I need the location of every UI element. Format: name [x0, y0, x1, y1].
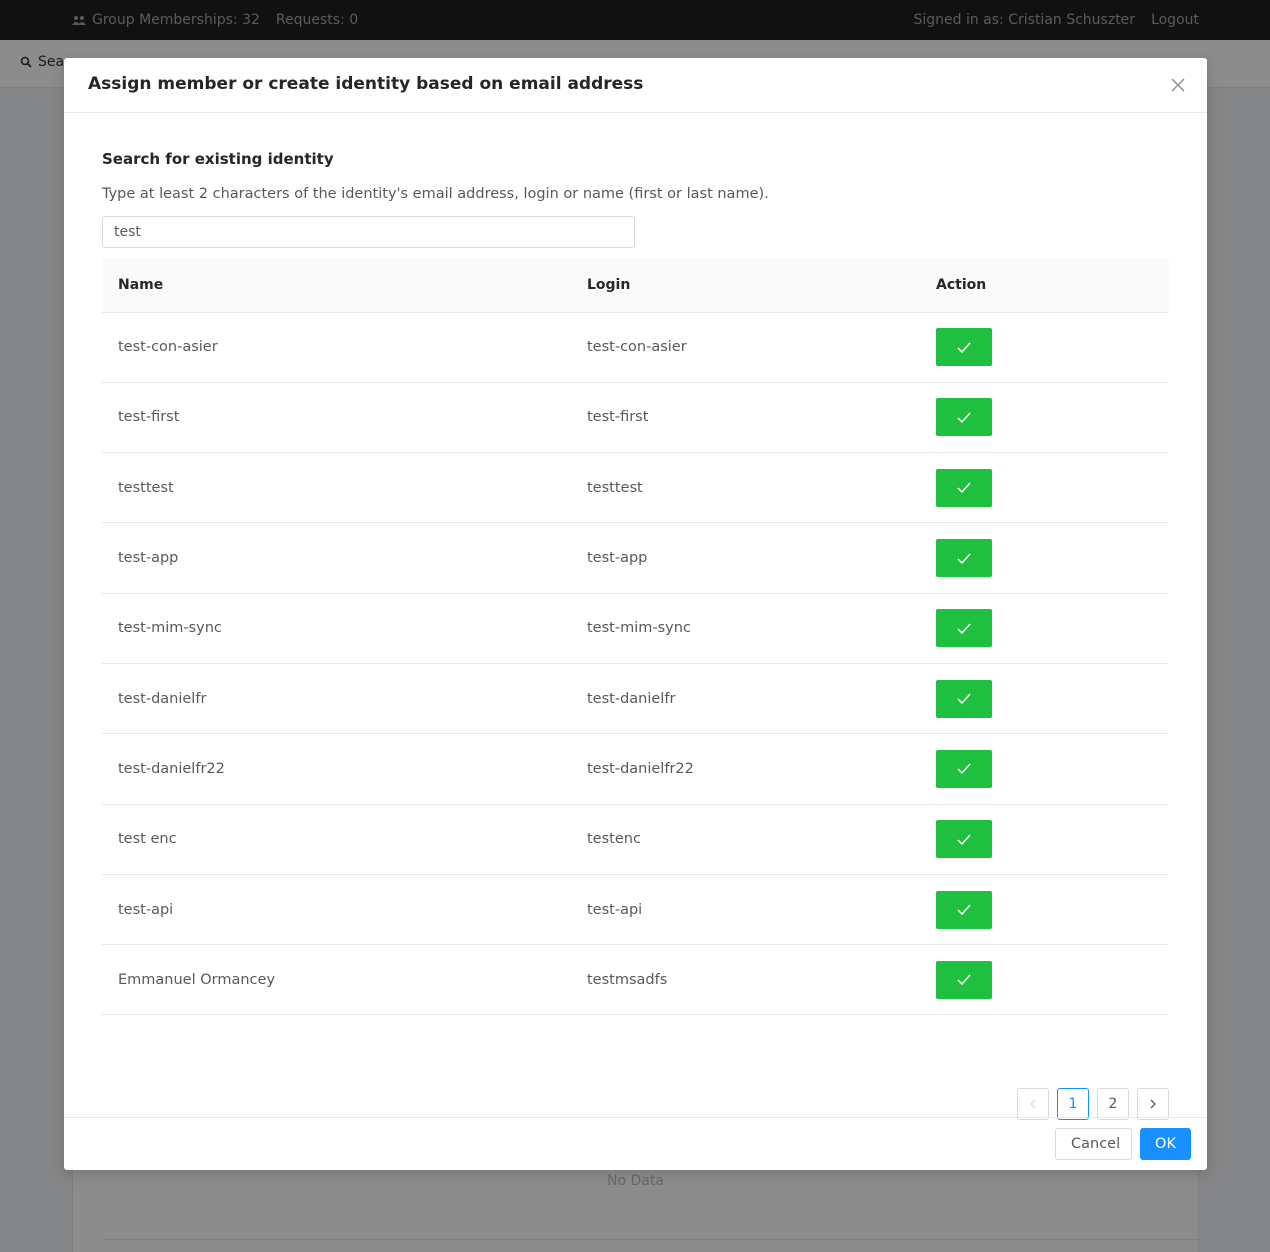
identity-login: test-app	[587, 550, 648, 567]
table-row: test-danielfr22 test-danielfr22	[102, 734, 1169, 805]
check-icon	[957, 342, 971, 353]
table-row: test-api test-api	[102, 874, 1169, 945]
pagination: 1 2	[1017, 1088, 1169, 1120]
page-1-button[interactable]: 1	[1057, 1088, 1089, 1120]
action-cell	[920, 734, 1169, 804]
identity-name: test-danielfr22	[118, 760, 225, 777]
table-row: test-first test-first	[102, 382, 1169, 453]
identity-name: test enc	[118, 831, 177, 848]
identity-name: test-con-asier	[118, 339, 218, 356]
identity-login: testmsadfs	[587, 971, 668, 988]
identity-name: test-danielfr	[118, 690, 207, 707]
section-title: Search for existing identity	[102, 150, 334, 168]
identity-login: test-first	[587, 409, 649, 426]
identity-login: test-danielfr	[587, 690, 676, 707]
modal-header: Assign member or create identity based o…	[64, 58, 1207, 113]
column-header-login: Login	[587, 276, 631, 293]
identity-login: test-mim-sync	[587, 620, 691, 637]
action-cell	[920, 382, 1169, 452]
select-identity-button[interactable]	[936, 749, 992, 788]
table-row: test-danielfr test-danielfr	[102, 663, 1169, 734]
assign-member-modal: Assign member or create identity based o…	[64, 58, 1207, 1170]
chevron-right-icon	[1150, 1099, 1156, 1109]
column-header-name: Name	[118, 276, 164, 293]
search-hint: Type at least 2 characters of the identi…	[102, 186, 769, 202]
identity-name: test-api	[118, 901, 174, 918]
check-icon	[957, 693, 971, 705]
identity-login: testtest	[587, 479, 643, 496]
select-identity-button[interactable]	[936, 468, 992, 507]
identity-login: test-con-asier	[587, 339, 687, 356]
identity-login: testenc	[587, 831, 641, 848]
modal-footer: Cancel OK	[64, 1117, 1207, 1170]
check-icon	[957, 412, 971, 423]
identity-name: test-mim-sync	[118, 620, 222, 637]
action-cell	[920, 804, 1169, 874]
check-icon	[957, 623, 971, 634]
table-row: test enc testenc	[102, 804, 1169, 875]
action-cell	[920, 663, 1169, 733]
check-icon	[957, 553, 971, 564]
check-icon	[957, 834, 971, 845]
identity-table: Name Login Action test-con-asier test-con…	[102, 258, 1169, 1015]
column-header-action: Action	[936, 276, 987, 293]
select-identity-button[interactable]	[936, 609, 992, 648]
action-cell	[920, 312, 1169, 382]
identity-login: test-danielfr22	[587, 760, 694, 777]
select-identity-button[interactable]	[936, 820, 992, 859]
action-cell	[920, 453, 1169, 523]
prev-page-button[interactable]	[1017, 1088, 1049, 1120]
table-header-row: Name Login Action	[102, 258, 1169, 312]
select-identity-button[interactable]	[936, 960, 992, 999]
table-row: test-mim-sync test-mim-sync	[102, 593, 1169, 664]
identity-login: test-api	[587, 901, 643, 918]
check-icon	[957, 974, 971, 986]
identity-search-input[interactable]	[102, 216, 635, 248]
check-icon	[957, 482, 971, 494]
cancel-button[interactable]: Cancel	[1055, 1128, 1132, 1160]
chevron-left-icon	[1030, 1099, 1036, 1109]
identity-name: testtest	[118, 479, 174, 496]
action-cell	[920, 523, 1169, 593]
check-icon	[957, 763, 971, 775]
select-identity-button[interactable]	[936, 539, 992, 578]
select-identity-button[interactable]	[936, 890, 992, 929]
next-page-button[interactable]	[1137, 1088, 1169, 1120]
modal-body: Search for existing identity Type at lea…	[102, 114, 1169, 1120]
ok-button[interactable]: OK	[1140, 1128, 1191, 1160]
check-icon	[957, 904, 971, 916]
select-identity-button[interactable]	[936, 679, 992, 718]
select-identity-button[interactable]	[936, 398, 992, 437]
action-cell	[920, 593, 1169, 663]
page-2-button[interactable]: 2	[1097, 1088, 1129, 1120]
close-button[interactable]	[1167, 74, 1189, 96]
action-cell	[920, 874, 1169, 944]
identity-name: test-app	[118, 550, 179, 567]
select-identity-button[interactable]	[936, 328, 992, 367]
identity-name: test-first	[118, 409, 180, 426]
modal-title: Assign member or create identity based o…	[88, 74, 644, 94]
table-row: testtest testtest	[102, 453, 1169, 523]
table-row: test-app test-app	[102, 523, 1169, 594]
identity-name: Emmanuel Ormancey	[118, 971, 276, 988]
close-icon	[1171, 78, 1185, 92]
action-cell	[920, 945, 1169, 1015]
table-row: test-con-asier test-con-asier	[102, 312, 1169, 383]
table-row: Emmanuel Ormancey testmsadfs	[102, 945, 1169, 1015]
